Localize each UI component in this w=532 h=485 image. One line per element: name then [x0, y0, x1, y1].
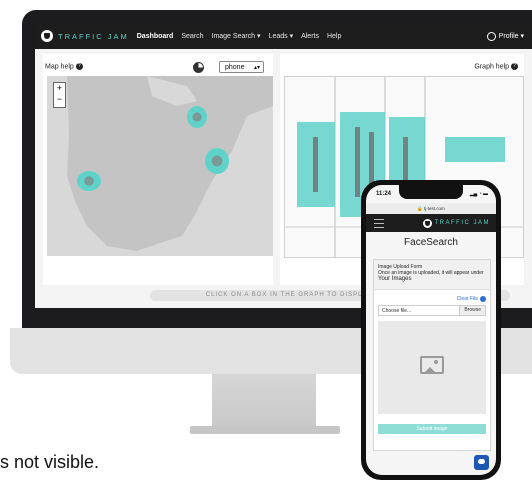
- chat-bubble-icon[interactable]: [474, 455, 489, 470]
- traffic-jam-logo-icon: [41, 30, 53, 42]
- nav-alerts[interactable]: Alerts: [301, 33, 319, 40]
- zoom-in-button[interactable]: +: [54, 83, 65, 94]
- top-navbar: TRAFFIC JAM Dashboard Search Image Searc…: [35, 23, 532, 49]
- phone-brand[interactable]: TRAFFIC JAM: [422, 218, 491, 228]
- map-cluster[interactable]: [77, 171, 101, 191]
- category-select-value: phone: [225, 64, 245, 71]
- nav-help[interactable]: Help: [327, 33, 341, 40]
- map-cluster[interactable]: [187, 106, 207, 128]
- phone-notch: [399, 185, 463, 199]
- clear-file-label: Clear File: [456, 296, 478, 302]
- map[interactable]: + −: [47, 76, 273, 256]
- file-input-placeholder: Choose file...: [382, 308, 412, 314]
- map-cluster[interactable]: [205, 148, 229, 174]
- profile-label: Profile ▾: [498, 33, 524, 40]
- question-circle-icon: ?: [511, 63, 518, 70]
- brand[interactable]: TRAFFIC JAM: [41, 30, 129, 42]
- hamburger-menu-icon[interactable]: [374, 218, 384, 228]
- nav-leads[interactable]: Leads ▾: [269, 32, 294, 40]
- page-title: FaceSearch: [404, 237, 458, 248]
- caption-text: s not visible.: [0, 452, 100, 472]
- submit-image-button[interactable]: Submit Image: [378, 424, 486, 434]
- nav-dashboard[interactable]: Dashboard: [137, 33, 174, 40]
- form-note-images: Your Images: [378, 276, 412, 282]
- category-select[interactable]: phone ▴▾: [219, 61, 264, 73]
- brand-text: TRAFFIC JAM: [58, 31, 129, 41]
- user-icon: [486, 31, 496, 41]
- nav-search[interactable]: Search: [181, 33, 203, 40]
- status-time: 11:24: [376, 191, 392, 197]
- phone-brand-text: TRAFFIC JAM: [434, 220, 490, 226]
- graph-help-label: Graph help: [474, 63, 510, 71]
- profile-menu[interactable]: Profile ▾: [486, 31, 524, 41]
- phone-device: 11:24 ▂▄ ◔ ▬ 🔒 tj-test.com TRAFFIC JAM F…: [361, 180, 501, 480]
- graph-help[interactable]: Graph help ?: [474, 63, 518, 70]
- lock-icon: 🔒: [417, 206, 423, 211]
- upload-card-header: Image Upload Form Once an image is uploa…: [374, 260, 490, 290]
- image-placeholder-icon: [420, 356, 444, 374]
- map-zoom-control[interactable]: + −: [53, 82, 66, 108]
- url-bar[interactable]: 🔒 tj-test.com: [366, 203, 496, 214]
- phone-screen: 11:24 ▂▄ ◔ ▬ 🔒 tj-test.com TRAFFIC JAM F…: [366, 185, 496, 475]
- select-arrows-icon: ▴▾: [253, 65, 260, 71]
- map-panel: Map help ? phone ▴▾ + −: [43, 54, 273, 285]
- file-input[interactable]: Choose file... Browse: [378, 305, 486, 316]
- url-text: tj-test.com: [424, 206, 445, 211]
- monitor-stand: [212, 374, 316, 428]
- map-landmass: [67, 76, 273, 251]
- nav-image-search[interactable]: Image Search ▾: [212, 32, 261, 40]
- clear-file-link[interactable]: Clear File: [457, 296, 486, 302]
- clear-circle-icon: [480, 296, 486, 302]
- traffic-jam-logo-icon: [422, 218, 432, 228]
- phone-navbar: TRAFFIC JAM: [366, 214, 496, 232]
- monitor-foot: [190, 426, 340, 434]
- signal-wifi-battery-icon: ▂▄ ◔ ▬: [469, 191, 488, 197]
- pie-chart-icon[interactable]: [193, 62, 204, 73]
- image-preview: [378, 321, 486, 414]
- map-help[interactable]: Map help ?: [45, 63, 83, 70]
- zoom-out-button[interactable]: −: [54, 94, 65, 105]
- question-circle-icon: ?: [75, 63, 83, 70]
- upload-card: Image Upload Form Once an image is uploa…: [373, 259, 491, 451]
- browse-button[interactable]: Browse: [459, 306, 485, 315]
- map-help-label: Map help: [45, 63, 74, 71]
